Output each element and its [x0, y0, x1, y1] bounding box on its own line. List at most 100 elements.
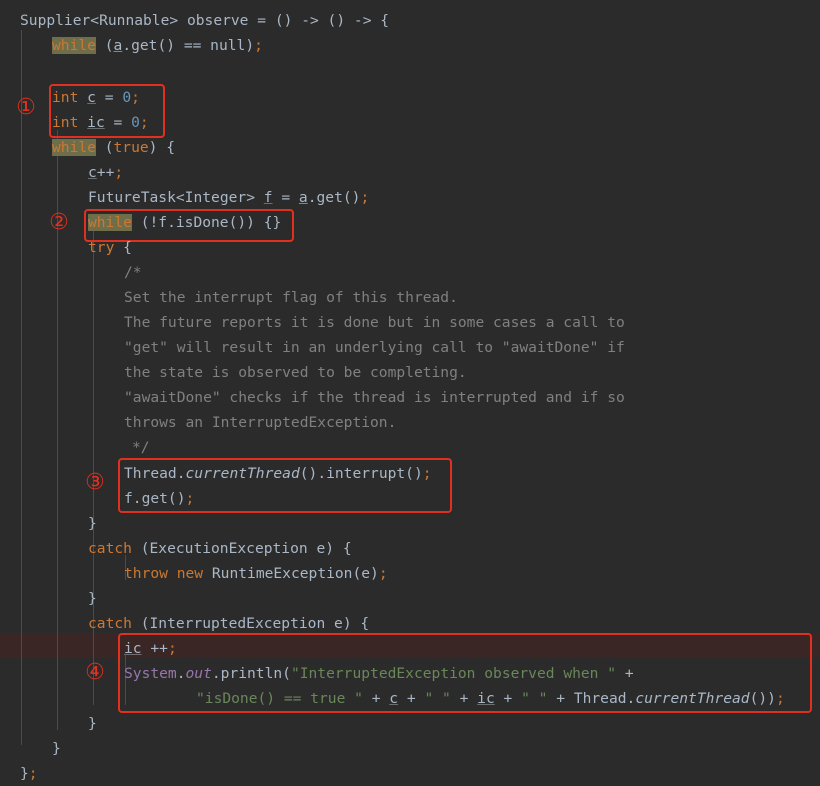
- code-line[interactable]: while (true) {: [52, 135, 175, 160]
- token-field: a: [113, 37, 123, 54]
- token-keyword: catch: [88, 615, 132, 632]
- code-line[interactable]: System.out.println("InterruptedException…: [124, 661, 634, 686]
- token-semicolon: ;: [360, 189, 370, 206]
- token-call: f.get(): [124, 490, 186, 507]
- token-punct: .: [176, 665, 186, 682]
- token-variable: f: [263, 189, 273, 206]
- token-semicolon: ;: [167, 640, 177, 657]
- code-line-comment[interactable]: "get" will result in an underlying call …: [124, 335, 625, 360]
- token-punct: >: [169, 12, 187, 29]
- code-line[interactable]: ic ++;: [124, 636, 177, 661]
- code-line[interactable]: throw new RuntimeException(e);: [124, 561, 388, 586]
- token-keyword: try: [88, 239, 115, 256]
- token-lambda: = () -> () -> {: [248, 12, 390, 29]
- code-line-comment[interactable]: */: [132, 435, 150, 460]
- token-operator: ++: [96, 164, 115, 181]
- token-keyword: int: [52, 114, 79, 131]
- token-semicolon: ;: [114, 164, 124, 181]
- token-arg: (e): [352, 565, 379, 582]
- token-punct: <: [90, 12, 100, 29]
- token-brace: }: [20, 765, 29, 782]
- code-line-brace[interactable]: }: [52, 736, 61, 761]
- code-line-comment[interactable]: Set the interrupt flag of this thread.: [124, 285, 458, 310]
- token-param: e) {: [307, 540, 352, 557]
- code-editor-pane[interactable]: ① ② ③ ④ Supplier<Runnable> observe = () …: [0, 0, 820, 785]
- code-line[interactable]: catch (InterruptedException e) {: [88, 611, 369, 636]
- token-class: FutureTask: [88, 189, 176, 206]
- token-operator: +: [362, 690, 390, 707]
- code-line[interactable]: c++;: [88, 160, 123, 185]
- token-semicolon: ;: [185, 490, 195, 507]
- token-class-system: System: [124, 665, 177, 682]
- code-line-brace[interactable]: }: [88, 586, 97, 611]
- token-semicolon: ;: [254, 37, 263, 54]
- token-semicolon: ;: [28, 765, 38, 782]
- code-line[interactable]: int ic = 0;: [52, 110, 149, 135]
- token-punct: {: [114, 239, 132, 256]
- token-call: .get(): [307, 189, 361, 206]
- code-line-brace[interactable]: }: [88, 711, 97, 736]
- token-number: 0: [122, 89, 132, 106]
- token-variable: ic: [124, 640, 142, 657]
- token-assign: =: [104, 114, 132, 131]
- token-semicolon: ;: [422, 465, 432, 482]
- changed-line-highlight-band: [0, 633, 820, 658]
- token-keyword: catch: [88, 540, 132, 557]
- token-punct: .: [176, 465, 186, 482]
- code-line[interactable]: FutureTask<Integer> f = a.get();: [88, 185, 369, 210]
- annotation-number-3: ③: [85, 470, 105, 495]
- token-keyword: int: [52, 89, 79, 106]
- token-class: Runnable: [99, 12, 170, 29]
- token-identifier: observe: [186, 12, 249, 29]
- annotation-number-4: ④: [85, 660, 105, 685]
- token-class: RuntimeException: [211, 565, 353, 582]
- code-line-comment[interactable]: throws an InterruptedException.: [124, 410, 396, 435]
- token-semicolon: ;: [378, 565, 388, 582]
- code-line[interactable]: catch (ExecutionException e) {: [88, 536, 352, 561]
- code-line[interactable]: while (!f.isDone()) {}: [88, 210, 281, 235]
- token-class: InterruptedException: [149, 615, 326, 632]
- token-operator: ++: [141, 640, 168, 657]
- token-keyword-highlighted: while: [52, 37, 96, 54]
- code-line[interactable]: try {: [88, 235, 132, 260]
- annotation-number-2: ②: [49, 210, 69, 235]
- token-field: a: [298, 189, 308, 206]
- code-line-comment[interactable]: /*: [124, 260, 142, 285]
- token-number: 0: [131, 114, 140, 131]
- token-string: "isDone() == true ": [196, 690, 363, 707]
- code-line[interactable]: while (a.get() == null);: [52, 33, 263, 58]
- annotation-number-1: ①: [16, 95, 36, 120]
- code-line-comment[interactable]: "awaitDone" checks if the thread is inte…: [124, 385, 625, 410]
- token-expr: (!f.isDone()) {}: [131, 214, 282, 231]
- code-line-brace[interactable]: }: [88, 511, 97, 536]
- code-line-comment[interactable]: the state is observed to be completing.: [124, 360, 467, 385]
- code-line-comment[interactable]: The future reports it is done but in som…: [124, 310, 625, 335]
- code-line[interactable]: int c = 0;: [52, 85, 140, 110]
- token-keyword: true: [113, 139, 149, 156]
- code-line[interactable]: Thread.currentThread().interrupt();: [124, 461, 432, 486]
- token-operator: +: [398, 690, 425, 707]
- token-semicolon: ;: [775, 690, 785, 707]
- token-punct: (: [131, 615, 150, 632]
- token-assign: =: [272, 189, 299, 206]
- token-class: Thread: [124, 465, 177, 482]
- token-keyword: new: [176, 565, 204, 582]
- token-operator: +: [616, 665, 634, 682]
- token-punct: ) {: [148, 139, 176, 156]
- token-class: ExecutionException: [149, 540, 308, 557]
- token-class: Integer: [184, 189, 247, 206]
- token-method: .println(: [211, 665, 291, 682]
- token-call: ()): [749, 690, 776, 707]
- code-line-brace[interactable]: };: [20, 761, 38, 786]
- token-static-method: currentThread: [185, 465, 300, 482]
- token-string: " ": [521, 690, 548, 707]
- token-static-method: currentThread: [635, 690, 750, 707]
- code-line[interactable]: f.get();: [124, 486, 194, 511]
- token-variable: ic: [87, 114, 105, 131]
- code-line[interactable]: Supplier<Runnable> observe = () -> () ->…: [20, 8, 389, 33]
- token-keyword-highlighted: while: [88, 214, 132, 231]
- code-line[interactable]: "isDone() == true " + c + " " + ic + " "…: [196, 686, 785, 711]
